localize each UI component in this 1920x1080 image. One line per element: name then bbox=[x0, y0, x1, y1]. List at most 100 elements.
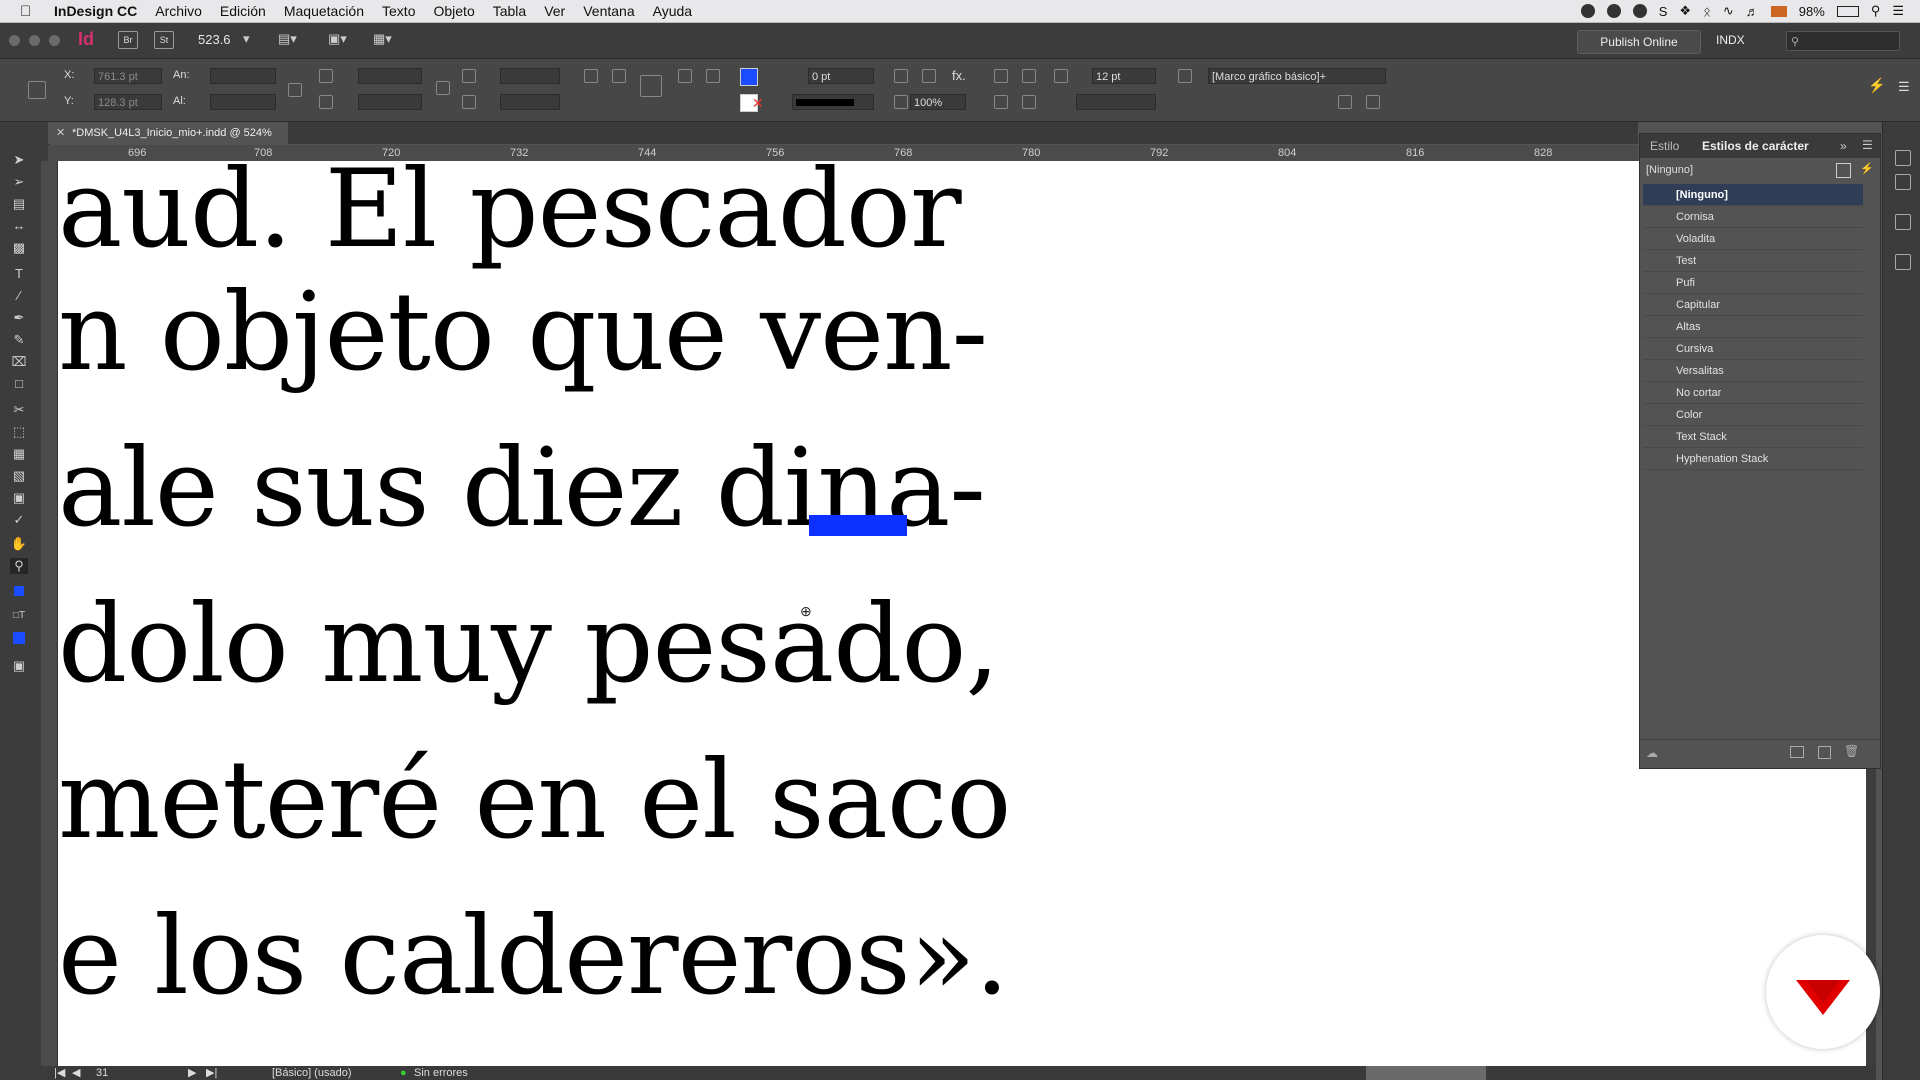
link-scale-icon[interactable] bbox=[436, 81, 450, 95]
free-transform-tool-icon[interactable]: ⬚ bbox=[10, 424, 28, 440]
fit-frame-icon[interactable] bbox=[1022, 69, 1036, 83]
menu-objeto[interactable]: Objeto bbox=[433, 3, 474, 19]
tab-paragraph-styles[interactable]: Estilo bbox=[1650, 139, 1679, 153]
tab-character-styles[interactable]: Estilos de carácter bbox=[1702, 139, 1809, 153]
menu-tabla[interactable]: Tabla bbox=[493, 3, 526, 19]
quick-apply-icon[interactable]: ⚡ bbox=[1868, 77, 1885, 94]
dropbox-icon[interactable]: ❖ bbox=[1679, 3, 1691, 19]
swatches-dock-icon[interactable] bbox=[1895, 254, 1911, 270]
stock-button[interactable]: St bbox=[154, 31, 174, 49]
style-item-color[interactable]: Color bbox=[1643, 404, 1863, 426]
cloud-icon[interactable] bbox=[1606, 4, 1621, 18]
clear-overrides-icon[interactable] bbox=[1338, 95, 1352, 109]
volume-icon[interactable]: ♬ bbox=[1746, 4, 1759, 19]
fill-swatch[interactable] bbox=[740, 68, 758, 86]
fit-content-icon[interactable] bbox=[994, 69, 1008, 83]
fill-frame-icon[interactable] bbox=[1022, 95, 1036, 109]
style-item-voladita[interactable]: Voladita bbox=[1643, 228, 1863, 250]
hand-tool-icon[interactable]: ✋ bbox=[10, 536, 28, 552]
window-zoom-button[interactable] bbox=[49, 35, 60, 46]
menu-texto[interactable]: Texto bbox=[382, 3, 415, 19]
zoom-tool-icon[interactable]: ⚲ bbox=[10, 558, 28, 574]
spotlight-icon[interactable]: ⚲ bbox=[1871, 3, 1881, 19]
stroke-weight-field[interactable]: 0 pt bbox=[808, 68, 874, 84]
text-line-6[interactable]: e los caldereros». bbox=[58, 903, 1009, 1011]
screen-mode-icon[interactable]: ▣▾ bbox=[328, 31, 347, 47]
new-style-group-icon[interactable] bbox=[1836, 163, 1851, 178]
opacity-icon[interactable] bbox=[894, 95, 908, 109]
object-style-icon[interactable] bbox=[1178, 69, 1192, 83]
frame-fitting-icon[interactable] bbox=[1366, 95, 1380, 109]
text-line-2[interactable]: n objeto que ven- bbox=[58, 279, 988, 387]
window-minimize-button[interactable] bbox=[29, 35, 40, 46]
style-item-altas[interactable]: Altas bbox=[1643, 316, 1863, 338]
style-item-hyphenation-stack[interactable]: Hyphenation Stack bbox=[1643, 448, 1863, 470]
stroke-type-dropdown[interactable] bbox=[792, 94, 874, 110]
skype-icon[interactable]: S bbox=[1659, 4, 1668, 19]
text-wrap-icon[interactable] bbox=[894, 69, 908, 83]
content-collector-icon[interactable]: ▩ bbox=[10, 240, 28, 256]
pencil-tool-icon[interactable]: ✎ bbox=[10, 332, 28, 348]
close-tab-icon[interactable]: ✕ bbox=[56, 122, 65, 144]
line-tool-icon[interactable]: ∕ bbox=[10, 288, 28, 304]
note-tool-icon[interactable]: ▣ bbox=[10, 490, 28, 506]
y-position-field[interactable]: 128.3 pt bbox=[94, 94, 162, 110]
new-style-icon[interactable] bbox=[1818, 746, 1831, 759]
gap-tool-icon[interactable]: ↔ bbox=[10, 218, 28, 234]
record-icon[interactable] bbox=[1580, 4, 1595, 18]
document-tab[interactable]: ✕ *DMSK_U4L3_Inicio_mio+.indd @ 524% bbox=[48, 122, 288, 144]
selection-tool-icon[interactable]: ➤ bbox=[10, 152, 28, 168]
flip-horizontal-icon[interactable] bbox=[678, 69, 692, 83]
view-options-icon[interactable]: ▤▾ bbox=[278, 31, 297, 47]
style-item-no-cortar[interactable]: No cortar bbox=[1643, 382, 1863, 404]
next-page-icon[interactable]: ▶ bbox=[188, 1066, 196, 1080]
scissors-tool-icon[interactable]: ✂ bbox=[10, 402, 28, 418]
reference-point-icon[interactable] bbox=[28, 81, 46, 99]
zoom-dropdown-icon[interactable]: ▾ bbox=[243, 31, 250, 47]
menu-ayuda[interactable]: Ayuda bbox=[653, 3, 692, 19]
creative-cloud-icon[interactable] bbox=[1632, 4, 1647, 18]
menu-archivo[interactable]: Archivo bbox=[155, 3, 202, 19]
opacity-field[interactable]: 100% bbox=[910, 94, 966, 110]
corner-options-dropdown[interactable] bbox=[1076, 94, 1156, 110]
style-item-text-stack[interactable]: Text Stack bbox=[1643, 426, 1863, 448]
menu-ver[interactable]: Ver bbox=[544, 3, 565, 19]
cc-libraries-icon[interactable]: ☁ bbox=[1646, 746, 1658, 760]
gradient-swatch-tool-icon[interactable]: ▦ bbox=[10, 446, 28, 462]
control-panel-menu-icon[interactable]: ☰ bbox=[1898, 79, 1910, 95]
stroke-offset-field[interactable]: 12 pt bbox=[1092, 68, 1156, 84]
panel-menu-icon[interactable]: ☰ bbox=[1862, 138, 1873, 152]
object-style-dropdown[interactable]: [Marco gráfico básico]+ bbox=[1208, 68, 1386, 84]
battery-percent[interactable]: 98% bbox=[1799, 4, 1825, 19]
direct-selection-tool-icon[interactable]: ➢ bbox=[10, 174, 28, 190]
master-style-label[interactable]: [Básico] (usado) bbox=[272, 1066, 351, 1080]
scale-y-field[interactable] bbox=[358, 94, 422, 110]
center-content-icon[interactable] bbox=[994, 95, 1008, 109]
scale-x-field[interactable] bbox=[358, 68, 422, 84]
scale-y-icon[interactable] bbox=[319, 95, 333, 109]
rotation-field[interactable] bbox=[500, 68, 560, 84]
paragraph-styles-dock-icon[interactable] bbox=[1895, 150, 1911, 166]
style-item-test[interactable]: Test bbox=[1643, 250, 1863, 272]
gradient-feather-tool-icon[interactable]: ▧ bbox=[10, 468, 28, 484]
shear-icon[interactable] bbox=[462, 95, 476, 109]
page-number-field[interactable]: 31 bbox=[96, 1066, 108, 1080]
pen-tool-icon[interactable]: ✒ bbox=[10, 310, 28, 326]
screen-mode-normal-icon[interactable]: ▣ bbox=[10, 658, 28, 674]
style-item-ninguno[interactable]: [Ninguno] bbox=[1643, 184, 1863, 206]
type-tool-icon[interactable]: T bbox=[10, 266, 28, 282]
style-item-cursiva[interactable]: Cursiva bbox=[1643, 338, 1863, 360]
vertical-ruler[interactable] bbox=[41, 161, 58, 1066]
menu-app-name[interactable]: InDesign CC bbox=[54, 3, 137, 19]
workspace-switcher[interactable]: INDX bbox=[1716, 33, 1745, 47]
search-input[interactable]: ⚲ bbox=[1786, 31, 1900, 51]
fill-stroke-swatch-icon[interactable] bbox=[10, 584, 28, 600]
horizontal-scrollbar-thumb[interactable] bbox=[1366, 1066, 1486, 1080]
wifi-icon[interactable]: ∿ bbox=[1723, 3, 1734, 19]
text-line-5[interactable]: meteré en el saco bbox=[58, 747, 1011, 855]
menu-ventana[interactable]: Ventana bbox=[583, 3, 634, 19]
height-field[interactable] bbox=[210, 94, 276, 110]
shear-field[interactable] bbox=[500, 94, 560, 110]
rotation-icon[interactable] bbox=[462, 69, 476, 83]
stroke-offset-icon[interactable] bbox=[1054, 69, 1068, 83]
